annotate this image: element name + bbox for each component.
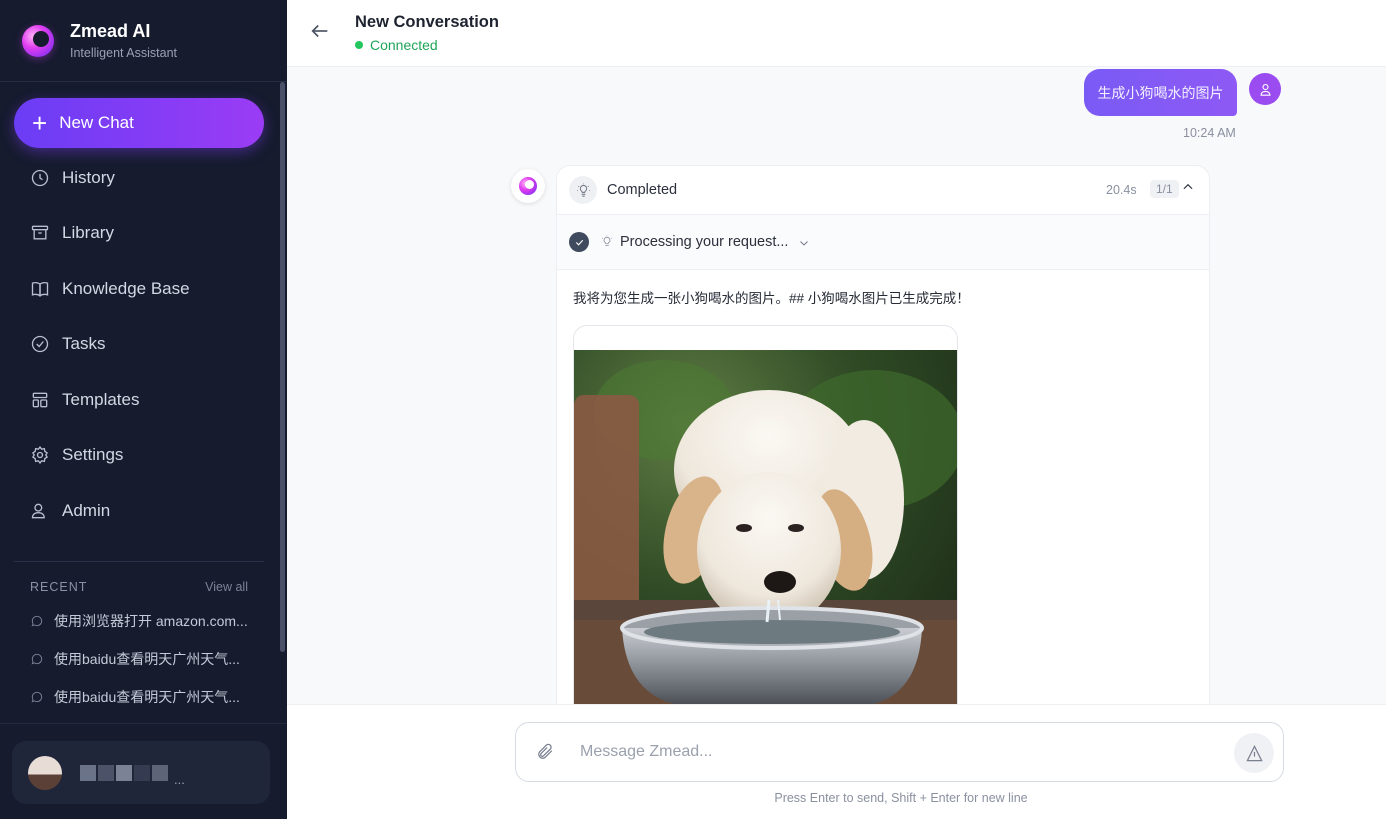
response-status: Completed <box>607 182 678 198</box>
send-button[interactable] <box>1234 733 1274 773</box>
user-name-pixelated: ... <box>80 758 185 787</box>
sidebar-item-label: Library <box>62 223 114 243</box>
sidebar-item-tasks[interactable]: Tasks <box>14 317 264 373</box>
conversation-header: New Conversation Connected <box>287 0 1386 67</box>
recent-header: RECENT View all <box>30 580 248 594</box>
collapse-button[interactable] <box>1181 180 1199 198</box>
sidebar-bottom-divider <box>0 723 287 724</box>
brand-subtitle: Intelligent Assistant <box>70 46 178 60</box>
recent-list: 使用浏览器打开 amazon.com... 使用baidu查看明天广州天气...… <box>30 602 255 716</box>
recent-item[interactable]: 使用baidu查看明天广州天气... <box>30 678 255 716</box>
sidebar-item-label: History <box>62 167 115 187</box>
connection-status: Connected <box>355 37 438 53</box>
plus-icon: + <box>32 108 48 138</box>
sidebar-nav: History Library Knowledge Base Tasks Tem… <box>14 150 264 539</box>
lightbulb-icon <box>569 176 597 204</box>
paperclip-icon <box>538 743 553 759</box>
response-header: Completed 20.4s 1/1 <box>557 166 1209 215</box>
new-chat-button[interactable]: + New Chat <box>14 98 264 148</box>
user-profile-card[interactable]: ... <box>12 741 270 804</box>
arrow-left-icon <box>311 24 328 38</box>
zmead-logo-icon <box>22 24 54 57</box>
chat-bubble-icon <box>31 653 43 665</box>
sidebar-divider <box>14 561 264 562</box>
recent-item-label: 使用baidu查看明天广州天气... <box>54 689 240 705</box>
sidebar: Zmead AI Intelligent Assistant + New Cha… <box>0 0 287 819</box>
chevron-up-icon <box>1183 183 1193 190</box>
sidebar-item-library[interactable]: Library <box>14 206 264 262</box>
page-title: New Conversation <box>355 13 499 31</box>
composer-hint: Press Enter to send, Shift + Enter for n… <box>774 791 1028 805</box>
assistant-response-card: Completed 20.4s 1/1 Processing your requ… <box>556 165 1210 725</box>
check-circle-icon <box>31 336 49 353</box>
user-name: ... <box>174 772 185 787</box>
response-duration: 20.4s <box>1106 183 1137 197</box>
message-input-box <box>515 722 1284 782</box>
message-timestamp: 10:24 AM <box>1183 126 1236 140</box>
message-input[interactable] <box>580 737 1220 767</box>
assistant-answer-text: 我将为您生成一张小狗喝水的图片。## 小狗喝水图片已生成完成！ <box>573 291 970 306</box>
recent-item-label: 使用baidu查看明天广州天气... <box>54 651 240 667</box>
chevron-down-icon <box>798 236 810 248</box>
attach-button[interactable] <box>536 742 556 762</box>
main-panel: New Conversation Connected 生成小狗喝水的图片 10:… <box>287 0 1386 819</box>
chat-bubble-icon <box>31 615 43 627</box>
recent-title: RECENT <box>30 580 88 594</box>
puppy-drinking-illustration <box>574 350 957 724</box>
generated-puppy-image[interactable] <box>574 350 957 724</box>
sidebar-item-label: Templates <box>62 389 140 409</box>
recent-item[interactable]: 使用浏览器打开 amazon.com... <box>30 602 255 640</box>
gear-icon <box>32 446 48 465</box>
recent-item-label: 使用浏览器打开 amazon.com... <box>54 613 248 629</box>
sidebar-item-templates[interactable]: Templates <box>14 372 264 428</box>
brand-title: Zmead AI <box>70 21 151 41</box>
users-icon <box>31 503 45 519</box>
view-all-link[interactable]: View all <box>205 580 248 594</box>
composer: Press Enter to send, Shift + Enter for n… <box>287 704 1386 819</box>
send-icon <box>1245 744 1263 761</box>
clock-icon <box>31 169 49 186</box>
user-avatar-icon <box>1249 73 1281 105</box>
chat-bubble-icon <box>31 691 43 703</box>
status-dot-icon <box>355 41 363 49</box>
sidebar-scrollbar[interactable] <box>280 82 285 652</box>
archive-icon <box>31 225 49 240</box>
recent-item[interactable]: 使用baidu查看明天广州天气... <box>30 640 255 678</box>
sidebar-item-label: Tasks <box>62 334 106 354</box>
processing-step-toggle[interactable]: Processing your request... <box>557 215 1209 270</box>
brand-header: Zmead AI Intelligent Assistant <box>0 0 287 82</box>
sidebar-item-label: Admin <box>62 500 111 520</box>
sidebar-item-settings[interactable]: Settings <box>14 428 264 484</box>
step-count-badge: 1/1 <box>1150 180 1179 198</box>
sidebar-item-label: Settings <box>62 445 124 465</box>
sidebar-item-admin[interactable]: Admin <box>14 483 264 539</box>
lightbulb-icon <box>600 235 614 249</box>
layout-icon <box>32 392 48 408</box>
book-icon <box>31 281 49 297</box>
processing-step-label: Processing your request... <box>620 234 789 250</box>
new-chat-label: New Chat <box>59 113 134 132</box>
avatar <box>28 755 62 790</box>
sidebar-item-knowledge-base[interactable]: Knowledge Base <box>14 261 264 317</box>
generated-image-card[interactable] <box>573 325 958 724</box>
sidebar-item-history[interactable]: History <box>14 150 264 206</box>
sidebar-item-label: Knowledge Base <box>62 278 190 298</box>
user-message-bubble: 生成小狗喝水的图片 <box>1084 69 1237 116</box>
assistant-avatar <box>511 169 545 203</box>
check-icon <box>569 232 589 252</box>
back-button[interactable] <box>309 20 333 44</box>
connection-status-label: Connected <box>370 37 438 53</box>
zmead-logo-icon <box>519 177 537 195</box>
